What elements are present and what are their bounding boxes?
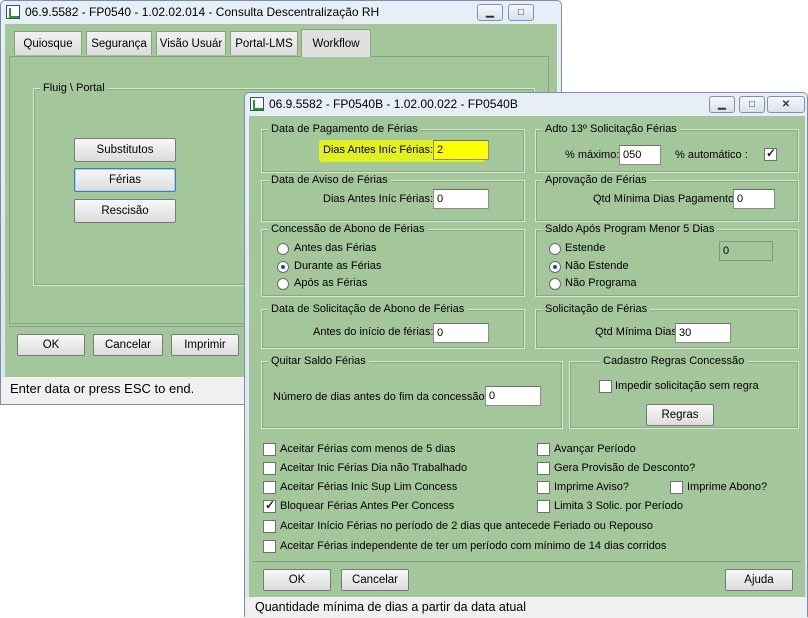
solic-ferias-legend: Solicitação de Férias bbox=[542, 303, 651, 315]
cadastro-legend: Cadastro Regras Concessão bbox=[600, 355, 748, 367]
solic-abono-input[interactable]: 0 bbox=[433, 323, 489, 343]
fluig-portal-label: Fluig \ Portal bbox=[40, 82, 108, 94]
pagamento-label: Dias Antes Iníc Férias: bbox=[323, 144, 434, 156]
back-ok-button[interactable]: OK bbox=[17, 334, 85, 356]
regras-button[interactable]: Regras bbox=[646, 404, 714, 426]
saldo-legend: Saldo Após Program Menor 5 Dias bbox=[542, 223, 718, 235]
abono-option-antes: Antes das Férias bbox=[294, 242, 377, 254]
quitar-input[interactable]: 0 bbox=[485, 386, 541, 406]
check-imprime-aviso[interactable] bbox=[537, 481, 550, 494]
pagamento-input[interactable]: 2 bbox=[433, 140, 489, 160]
back-window-title: 06.9.5582 - FP0540 - 1.02.02.014 - Consu… bbox=[25, 5, 380, 19]
solic-abono-label: Antes do início de férias: bbox=[313, 326, 434, 338]
check-aceitar-inicio-feriado-label: Aceitar Início Férias no período de 2 di… bbox=[280, 520, 654, 532]
check-bloquear-ferias[interactable] bbox=[263, 498, 276, 513]
check-aceitar-menos-5[interactable] bbox=[263, 443, 276, 456]
rescisao-button[interactable]: Rescisão bbox=[74, 199, 176, 223]
check-avancar-periodo[interactable] bbox=[537, 443, 550, 456]
back-window-titlebar[interactable]: 06.9.5582 - FP0540 - 1.02.02.014 - Consu… bbox=[1, 1, 561, 24]
check-aceitar-inicio-feriado[interactable] bbox=[263, 520, 276, 533]
check-imprime-abono-label: Imprime Abono? bbox=[687, 481, 768, 493]
cadastro-impedir-label: Impedir solicitação sem regra bbox=[615, 380, 759, 392]
adto13-maximo-label: % máximo: bbox=[565, 149, 620, 161]
solic-ferias-label: Qtd Mínima Dias: bbox=[595, 326, 680, 338]
back-cancelar-button[interactable]: Cancelar bbox=[93, 334, 163, 356]
check-aceitar-inic-sup-label: Aceitar Férias Inic Sup Lim Concess bbox=[280, 481, 458, 493]
cadastro-impedir-checkbox[interactable] bbox=[599, 380, 612, 393]
aviso-legend: Data de Aviso de Férias bbox=[268, 174, 391, 186]
dialog-titlebar[interactable]: 06.9.5582 - FP0540B - 1.02.00.022 - FP05… bbox=[245, 93, 807, 116]
check-gera-provisao[interactable] bbox=[537, 462, 550, 475]
abono-option-durante: Durante as Férias bbox=[294, 260, 382, 272]
check-aceitar-inic-sup[interactable] bbox=[263, 481, 276, 494]
tab-visao-usuar[interactable]: Visão Usuár bbox=[156, 31, 226, 55]
check-gera-provisao-label: Gera Provisão de Desconto? bbox=[554, 462, 696, 474]
check-limita-3-solic[interactable] bbox=[537, 500, 550, 513]
aprovacao-input[interactable]: 0 bbox=[733, 189, 775, 209]
aviso-label: Dias Antes Iníc Férias: bbox=[323, 193, 434, 205]
check-limita-3-solic-label: Limita 3 Solic. por Período bbox=[554, 500, 684, 512]
dialog-ajuda-button[interactable]: Ajuda bbox=[725, 569, 793, 591]
dialog-ok-button[interactable]: OK bbox=[263, 569, 331, 591]
aviso-input[interactable]: 0 bbox=[433, 189, 489, 209]
dialog-body: Data de Pagamento de Férias Dias Antes I… bbox=[249, 116, 805, 597]
saldo-readonly-field: 0 bbox=[719, 241, 773, 261]
tab-seguranca[interactable]: Segurança bbox=[86, 31, 152, 55]
dialog-maximize-icon[interactable]: □ bbox=[739, 96, 765, 113]
minimize-icon[interactable]: ▁ bbox=[477, 4, 503, 21]
back-imprimir-button[interactable]: Imprimir bbox=[171, 334, 239, 356]
quitar-legend: Quitar Saldo Férias bbox=[268, 355, 369, 367]
abono-radio-antes[interactable] bbox=[277, 243, 289, 255]
check-aceitar-inic-dia[interactable] bbox=[263, 462, 276, 475]
tab-quiosque[interactable]: Quiosque bbox=[14, 31, 82, 55]
dialog-window: 06.9.5582 - FP0540B - 1.02.00.022 - FP05… bbox=[244, 92, 808, 618]
saldo-radio-nao-estende[interactable] bbox=[549, 261, 561, 273]
adto13-automatico-checkbox[interactable] bbox=[764, 146, 777, 161]
saldo-option-estende: Estende bbox=[565, 242, 606, 254]
dialog-title: 06.9.5582 - FP0540B - 1.02.00.022 - FP05… bbox=[269, 97, 518, 111]
tab-portal-lms[interactable]: Portal-LMS bbox=[230, 31, 298, 55]
check-bloquear-ferias-label: Bloquear Férias Antes Per Concess bbox=[280, 500, 455, 512]
adto13-automatico-label: % automático : bbox=[675, 149, 748, 161]
adto13-legend: Adto 13º Solicitação Férias bbox=[542, 123, 680, 135]
dialog-footer-bar bbox=[253, 561, 801, 595]
dialog-close-icon[interactable]: ✕ bbox=[767, 96, 805, 113]
adto13-maximo-input[interactable]: 050 bbox=[619, 145, 661, 165]
saldo-option-nao-estende: Não Estende bbox=[565, 260, 629, 272]
saldo-radio-estende[interactable] bbox=[549, 243, 561, 255]
check-aceitar-independente-label: Aceitar Férias independente de ter um pe… bbox=[280, 540, 667, 552]
dialog-status-bar: Quantidade mínima de dias a partir da da… bbox=[245, 597, 807, 618]
back-status-text: Enter data or press ESC to end. bbox=[10, 381, 195, 396]
dialog-status-text: Quantidade mínima de dias a partir da da… bbox=[255, 600, 527, 614]
check-imprime-abono[interactable] bbox=[670, 481, 683, 494]
abono-radio-apos[interactable] bbox=[277, 278, 289, 290]
abono-radio-durante[interactable] bbox=[277, 261, 289, 273]
ferias-button[interactable]: Férias bbox=[74, 168, 176, 192]
pagamento-legend: Data de Pagamento de Férias bbox=[268, 123, 421, 135]
saldo-radio-nao-programa[interactable] bbox=[549, 278, 561, 290]
dialog-cancelar-button[interactable]: Cancelar bbox=[341, 569, 409, 591]
substitutos-button[interactable]: Substitutos bbox=[74, 138, 176, 162]
solic-ferias-input[interactable]: 30 bbox=[675, 323, 731, 343]
check-aceitar-independente[interactable] bbox=[263, 540, 276, 553]
app-icon bbox=[6, 5, 20, 19]
check-avancar-periodo-label: Avançar Período bbox=[554, 443, 636, 455]
check-imprime-aviso-label: Imprime Aviso? bbox=[554, 481, 629, 493]
maximize-icon[interactable]: □ bbox=[508, 4, 534, 21]
solic-abono-legend: Data de Solicitação de Abono de Férias bbox=[268, 303, 468, 315]
aprovacao-label: Qtd Mínima Dias Pagamento: bbox=[593, 193, 738, 205]
abono-option-apos: Após as Férias bbox=[294, 277, 368, 289]
tab-workflow[interactable]: Workflow bbox=[301, 29, 371, 57]
dialog-minimize-icon[interactable]: ▁ bbox=[709, 96, 735, 113]
saldo-option-nao-programa: Não Programa bbox=[565, 277, 637, 289]
aprovacao-legend: Aprovação de Férias bbox=[542, 174, 650, 186]
quitar-label: Número de dias antes do fim da concessão… bbox=[273, 391, 488, 403]
dialog-app-icon bbox=[250, 97, 264, 111]
check-aceitar-menos-5-label: Aceitar Férias com menos de 5 dias bbox=[280, 443, 456, 455]
abono-legend: Concessão de Abono de Férias bbox=[268, 223, 428, 235]
check-aceitar-inic-dia-label: Aceitar Inic Férias Dia não Trabalhado bbox=[280, 462, 468, 474]
